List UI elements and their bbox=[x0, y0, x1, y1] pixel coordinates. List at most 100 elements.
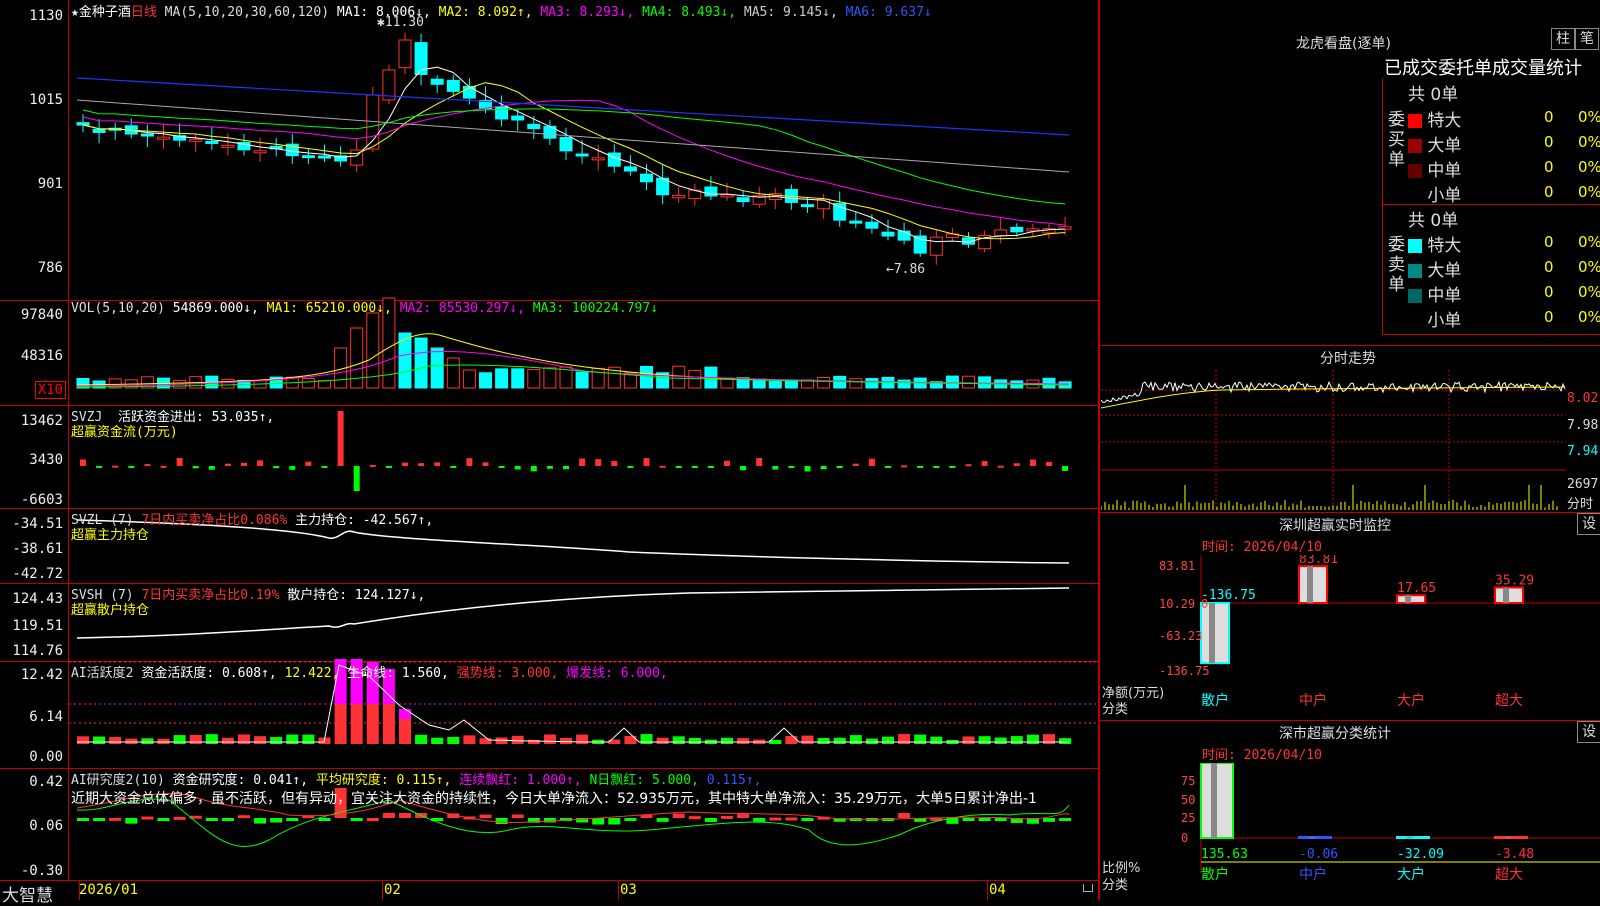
activity-bar bbox=[1059, 738, 1072, 744]
candle-body bbox=[607, 152, 621, 167]
sell-row-xl: 特大 bbox=[1408, 231, 1461, 256]
sell-m-count: 0 bbox=[1544, 283, 1554, 301]
svzj-y-axis: 13462 3430 -6603 bbox=[0, 405, 69, 508]
candle-body bbox=[623, 166, 637, 172]
svzj-bar bbox=[563, 466, 569, 470]
candle-body bbox=[833, 203, 847, 221]
svzj-bar bbox=[917, 466, 924, 469]
lhb-title: 龙虎看盘(逐单) bbox=[1296, 36, 1391, 52]
research-bar bbox=[511, 814, 524, 818]
activity-bar bbox=[479, 738, 492, 744]
research-bar bbox=[318, 818, 331, 821]
swatch-teal bbox=[1408, 264, 1422, 278]
vol-label: VOL(5,10,20) bbox=[71, 301, 165, 316]
monitor-y-label: 0 bbox=[1201, 597, 1208, 611]
candle-body bbox=[301, 155, 315, 159]
buy-m-pct: 0% bbox=[1578, 158, 1600, 176]
research-bar bbox=[125, 818, 138, 824]
sell-l-count: 0 bbox=[1544, 258, 1554, 276]
y-label: 124.43 bbox=[12, 591, 63, 607]
monitor-y-label: 83.81 bbox=[1159, 559, 1195, 573]
intraday-chart[interactable] bbox=[1101, 370, 1566, 510]
svzj-bar bbox=[305, 461, 312, 466]
activity-bar bbox=[1026, 734, 1039, 744]
svzj-bar bbox=[546, 466, 553, 469]
category-bar-label: -3.48 bbox=[1495, 847, 1534, 862]
svzj-bar bbox=[482, 462, 489, 466]
ma2-value: MA2: 8.092↑, bbox=[438, 5, 533, 20]
ai2-research: 资金研究度: 0.041↑, bbox=[172, 773, 309, 788]
period-label[interactable]: 日线 bbox=[131, 5, 157, 20]
buy-total: 共 0单 bbox=[1408, 85, 1459, 105]
vol-unit-badge[interactable]: X10 bbox=[34, 381, 66, 399]
row-name: 中单 bbox=[1427, 161, 1462, 181]
svzj-bar bbox=[208, 466, 215, 470]
ai2-extra: 0.115↑, bbox=[706, 773, 762, 788]
stock-name[interactable]: ★金种子酒 bbox=[71, 5, 131, 20]
row-name: 小单 bbox=[1427, 186, 1462, 206]
candle-body bbox=[720, 194, 734, 198]
svzj-bar bbox=[595, 459, 602, 466]
lhb-divider bbox=[1382, 334, 1600, 335]
activity-bar bbox=[1010, 736, 1023, 744]
sell-row-m: 中单 bbox=[1408, 281, 1461, 306]
activity-bar bbox=[914, 734, 927, 744]
vol-y-axis: 97840 48316 X10 bbox=[0, 300, 69, 405]
svzj-bar bbox=[804, 466, 811, 472]
activity-bar bbox=[366, 704, 379, 744]
ma3-line bbox=[82, 99, 1066, 226]
ma4-value: MA4: 8.493↓, bbox=[642, 5, 737, 20]
ma-label: MA(5,10,20,30,60,120) bbox=[164, 5, 330, 20]
classify-bar-chart[interactable]: 75 50 25 0 135.63 散户 -0.06 中户 -32.09 大户 -3.48 超大 bbox=[1101, 763, 1600, 900]
brand-label: 大智慧 bbox=[2, 886, 53, 906]
activity-bar-top bbox=[399, 709, 411, 719]
svzj-bar bbox=[128, 466, 135, 468]
volume-bar bbox=[849, 378, 863, 389]
activity-bar bbox=[1043, 734, 1055, 744]
research-bar bbox=[399, 813, 411, 818]
bar-mode-button[interactable]: 柱 bbox=[1551, 28, 1575, 50]
low-price-label: ←7.86 bbox=[886, 262, 926, 277]
research-bar bbox=[688, 816, 701, 820]
classify-y-label: 25 bbox=[1181, 811, 1195, 825]
research-bar bbox=[157, 818, 170, 821]
svzj-bar bbox=[144, 464, 151, 467]
volume-bar bbox=[817, 377, 831, 389]
y-label: 114.76 bbox=[12, 643, 63, 659]
candle-body bbox=[205, 140, 219, 144]
main-header: ★金种子酒日线 MA(5,10,20,30,60,120) MA1: 8.006… bbox=[71, 1, 932, 20]
svzj-bar bbox=[1013, 463, 1020, 466]
svzl-sub: 超赢主力持仓 bbox=[71, 528, 150, 543]
separator bbox=[1100, 512, 1600, 513]
lock-icon[interactable] bbox=[1083, 884, 1093, 892]
row-name: 中单 bbox=[1427, 286, 1462, 306]
monitor-settings-button[interactable]: 设 bbox=[1577, 513, 1600, 535]
activity-bar bbox=[511, 735, 524, 744]
tick-mode-button[interactable]: 笔 bbox=[1575, 28, 1599, 50]
sell-m-pct: 0% bbox=[1578, 283, 1600, 301]
candle-body bbox=[189, 138, 203, 142]
y-label: -34.51 bbox=[12, 516, 63, 532]
svzj-bar bbox=[353, 466, 360, 491]
y-label: 12.42 bbox=[20, 667, 63, 683]
candle-body bbox=[430, 78, 444, 85]
high-price-value: 11.30 bbox=[384, 15, 424, 30]
svzj-bar bbox=[997, 465, 1004, 468]
svzj-bar bbox=[321, 466, 328, 468]
y-label: -38.61 bbox=[12, 541, 63, 557]
monitor-bar-chart[interactable]: -136.75 散户 83.81 中户 17.65 大户 35.29 超大 83.81 10.29… bbox=[1101, 555, 1600, 715]
volume-bar bbox=[301, 377, 315, 389]
research-bar bbox=[221, 818, 234, 821]
classify-settings-button[interactable]: 设 bbox=[1577, 721, 1600, 743]
svsh-ratio: 7日内买卖净占比0.19% bbox=[141, 588, 280, 603]
svzj-bar bbox=[80, 459, 86, 466]
ai1-header: AI活跃度2 资金活跃度: 0.608↑, 12.422, 生命线: 1.560… bbox=[71, 662, 668, 681]
activity-bar bbox=[527, 739, 540, 744]
research-bar bbox=[270, 818, 283, 823]
svzj-bar bbox=[434, 462, 441, 466]
svzj-bar bbox=[289, 466, 296, 470]
activity-bar bbox=[221, 737, 234, 744]
activity-bar bbox=[463, 735, 476, 744]
kline-chart-area[interactable] bbox=[69, 0, 1098, 880]
sell-row-l: 大单 bbox=[1408, 256, 1461, 281]
